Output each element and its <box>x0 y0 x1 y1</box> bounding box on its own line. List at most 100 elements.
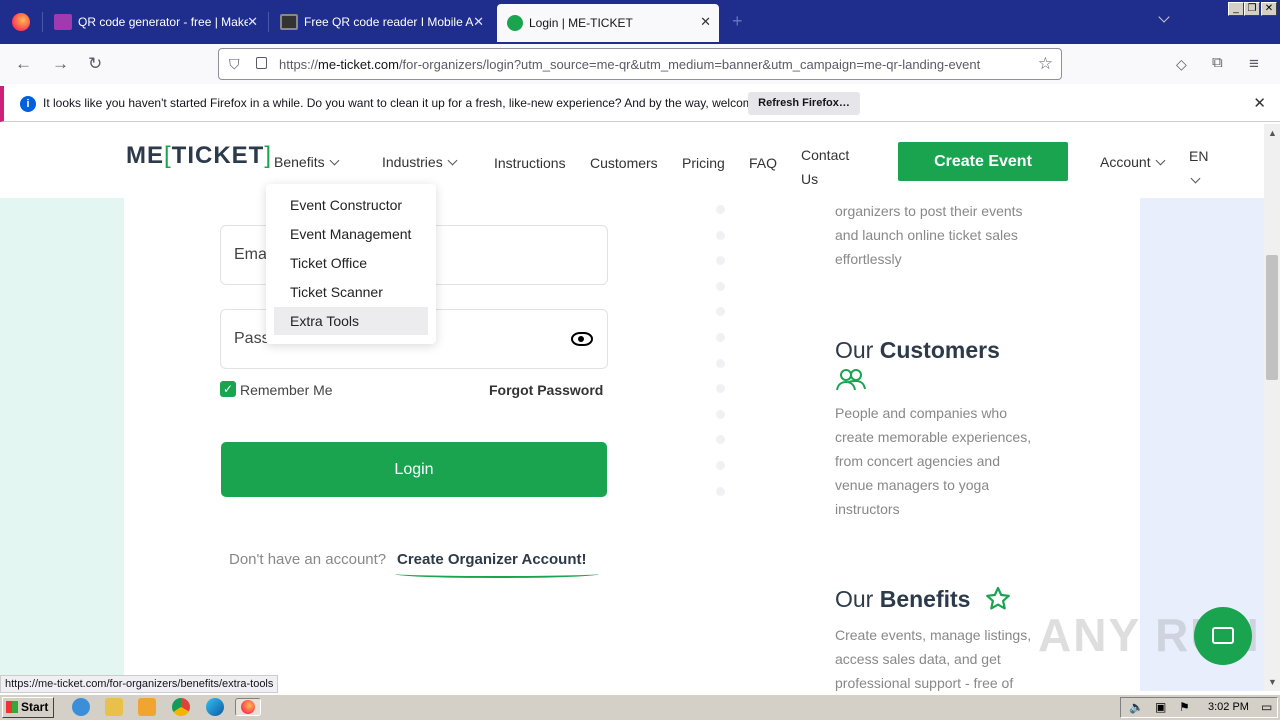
network-icon[interactable]: ▣ <box>1155 700 1166 714</box>
system-tray: 🔈 ▣ ⚑ ▭ <box>1120 697 1278 718</box>
decorative-dot <box>716 282 725 291</box>
ie-icon[interactable] <box>72 698 90 716</box>
refresh-firefox-button[interactable]: Refresh Firefox… <box>748 92 860 115</box>
qr-icon <box>280 14 298 30</box>
show-password-eye-icon[interactable] <box>571 332 593 346</box>
status-link-preview: https://me-ticket.com/for-organizers/ben… <box>0 675 279 693</box>
flag-icon[interactable]: ⚑ <box>1179 700 1190 714</box>
page-viewport: ME[TICKET] Benefits Industries Instructi… <box>0 124 1264 691</box>
language-selector[interactable]: EN <box>1189 144 1208 192</box>
underline-swoosh <box>395 570 599 578</box>
chevron-down-icon <box>1190 173 1201 184</box>
close-tab-icon[interactable]: ✕ <box>700 14 711 30</box>
menu-item-event-management[interactable]: Event Management <box>274 220 428 248</box>
lock-icon[interactable] <box>256 57 267 69</box>
minimize-button[interactable]: _ <box>1228 2 1244 16</box>
tab-qr-reader[interactable]: Free QR code reader I Mobile App ✕ <box>270 0 492 44</box>
customers-text: People and companies who create memorable… <box>835 405 1032 517</box>
people-icon <box>836 368 866 392</box>
notification-area-icon[interactable]: ▭ <box>1261 700 1272 714</box>
firefox-taskbar-button[interactable] <box>235 698 261 716</box>
login-button[interactable]: Login <box>221 442 607 497</box>
volume-icon[interactable]: 🔈 <box>1129 700 1144 714</box>
our-customers-heading: Our Customers <box>835 337 1000 363</box>
new-tab-button[interactable]: + <box>732 11 743 32</box>
our-benefits-heading: Our Benefits <box>835 586 971 612</box>
decorative-dot <box>716 205 725 214</box>
nav-faq[interactable]: FAQ <box>749 155 777 171</box>
nav-customers[interactable]: Customers <box>590 155 658 171</box>
menu-item-ticket-office[interactable]: Ticket Office <box>274 249 428 277</box>
nav-industries[interactable]: Industries <box>382 154 458 170</box>
meticket-favicon <box>507 15 523 31</box>
remember-me-checkbox[interactable]: ✓ <box>220 381 236 397</box>
intro-text: organizers to post their events and launc… <box>835 203 1023 267</box>
forward-arrow-icon[interactable]: → <box>52 54 69 74</box>
tab-list-chevron-icon[interactable] <box>1158 11 1170 23</box>
reload-icon[interactable]: ↻ <box>88 54 102 74</box>
extensions-icon[interactable]: ⧉ <box>1212 54 1223 71</box>
firefox-notification-bar: i It looks like you haven't started Fire… <box>0 86 1280 122</box>
left-background-panel <box>0 198 124 691</box>
close-tab-icon[interactable]: ✕ <box>473 14 484 30</box>
forgot-password-link[interactable]: Forgot Password <box>489 382 603 398</box>
scrollbar-thumb[interactable] <box>1266 255 1278 380</box>
media-player-icon[interactable] <box>138 698 156 716</box>
chevron-down-icon <box>447 155 458 166</box>
pocket-icon[interactable]: ◇ <box>1176 56 1187 73</box>
star-icon <box>985 586 1011 612</box>
scroll-up-icon[interactable]: ▲ <box>1268 128 1277 138</box>
qr-icon <box>54 14 72 30</box>
nav-pricing[interactable]: Pricing <box>682 155 725 171</box>
chat-button[interactable] <box>1194 607 1252 665</box>
decorative-dot <box>716 435 725 444</box>
url-text[interactable]: https://me-ticket.com/for-organizers/log… <box>279 57 980 72</box>
decorative-dot <box>716 333 725 342</box>
tab-login[interactable]: Login | ME-TICKET ✕ <box>497 4 719 42</box>
firefox-menu-icon[interactable] <box>12 13 30 31</box>
windows-taskbar <box>0 694 1280 720</box>
nav-contact-us[interactable]: Contact Us <box>801 143 849 191</box>
decorative-dot <box>716 410 725 419</box>
tab-qr-generator[interactable]: QR code generator - free | Make C ✕ <box>44 0 266 44</box>
restore-button[interactable]: ❐ <box>1244 2 1260 16</box>
scroll-down-icon[interactable]: ▼ <box>1268 677 1277 687</box>
edge-icon[interactable] <box>206 698 224 716</box>
create-organizer-account-link[interactable]: Create Organizer Account! <box>397 551 587 568</box>
menu-item-extra-tools[interactable]: Extra Tools <box>274 307 428 335</box>
chrome-icon[interactable] <box>172 698 190 716</box>
shield-icon[interactable]: ⛉ <box>229 56 240 73</box>
decorative-dot <box>716 487 725 496</box>
close-window-button[interactable]: ✕ <box>1261 2 1277 16</box>
benefits-text: Create events, manage listings, access sa… <box>835 627 1032 691</box>
menu-item-ticket-scanner[interactable]: Ticket Scanner <box>274 278 428 306</box>
close-notification-icon[interactable]: ✕ <box>1253 94 1266 112</box>
explorer-folder-icon[interactable] <box>105 698 123 716</box>
nav-account[interactable]: Account <box>1100 154 1166 170</box>
decorative-dot <box>716 256 725 265</box>
decorative-dot <box>716 307 725 316</box>
decorative-dot <box>716 461 725 470</box>
close-tab-icon[interactable]: ✕ <box>247 14 258 30</box>
page-scrollbar[interactable]: ▲ ▼ <box>1264 124 1280 691</box>
create-event-button[interactable]: Create Event <box>898 142 1068 181</box>
decorative-dot <box>716 384 725 393</box>
back-arrow-icon[interactable]: ← <box>15 54 32 74</box>
chevron-down-icon <box>1155 155 1166 166</box>
site-header: ME[TICKET] Benefits Industries Instructi… <box>0 124 1264 198</box>
notification-message: It looks like you haven't started Firefo… <box>43 96 792 110</box>
url-bar[interactable]: ⛉ https://me-ticket.com/for-organizers/l… <box>218 48 1062 80</box>
meticket-logo[interactable]: ME[TICKET] <box>126 142 272 170</box>
taskbar-clock: 3:02 PM <box>1208 701 1249 713</box>
chevron-down-icon <box>329 155 340 166</box>
app-menu-icon[interactable]: ≡ <box>1249 54 1259 74</box>
nav-instructions[interactable]: Instructions <box>494 155 566 171</box>
info-icon: i <box>20 96 36 112</box>
menu-item-event-constructor[interactable]: Event Constructor <box>274 191 428 219</box>
nav-benefits[interactable]: Benefits <box>274 154 340 170</box>
chat-icon <box>1212 627 1234 644</box>
remember-me-label[interactable]: Remember Me <box>240 382 333 398</box>
decorative-dot <box>716 359 725 368</box>
start-button[interactable]: Start <box>2 697 54 718</box>
bookmark-star-icon[interactable]: ☆ <box>1038 54 1053 74</box>
